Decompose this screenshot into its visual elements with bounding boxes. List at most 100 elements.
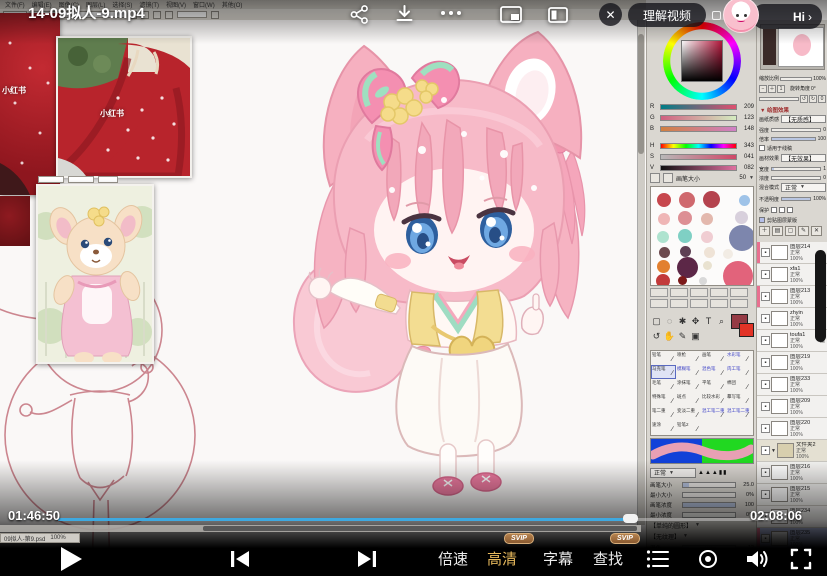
swatch[interactable] xyxy=(657,231,669,243)
folder-arrow-icon[interactable]: ▼ xyxy=(771,448,776,454)
layer-list-scrollbar-thumb[interactable] xyxy=(815,250,826,342)
protect-opacity-checkbox[interactable] xyxy=(771,207,777,213)
saturation-value-square[interactable] xyxy=(681,40,723,82)
protect-pixels-checkbox[interactable] xyxy=(779,207,785,213)
palette-tab[interactable] xyxy=(710,299,728,308)
layer-visibility-toggle[interactable]: ▪ xyxy=(761,358,770,367)
toolbar-button[interactable] xyxy=(211,11,219,19)
brush-item[interactable]: 马克笔∕ xyxy=(651,365,676,379)
toolbar-button[interactable] xyxy=(153,11,161,19)
rotate-cw-button[interactable]: ↻ xyxy=(809,95,817,103)
swatch[interactable] xyxy=(678,276,687,285)
brush-item[interactable]: 毛笔∕ xyxy=(651,379,676,393)
layer-toolbar-button[interactable]: ＋ xyxy=(759,226,770,236)
brush-item[interactable]: 喷枪∕ xyxy=(676,351,701,365)
select-rect-tool-icon[interactable]: ▢ xyxy=(650,314,663,329)
fullscreen-icon[interactable] xyxy=(790,548,812,570)
move-tool-icon[interactable]: ✥ xyxy=(689,314,702,329)
layer-row[interactable]: ▪图层219正常100% xyxy=(757,352,827,374)
layer-row[interactable]: ▪图层215正常100% xyxy=(757,484,827,506)
angle-reset-button[interactable]: 0 xyxy=(818,95,826,103)
brush-tip-preview[interactable] xyxy=(663,173,673,183)
palette-tab[interactable] xyxy=(670,299,688,308)
layer-row[interactable]: ▪图层233正常100% xyxy=(757,374,827,396)
brush-item[interactable]: 涂抹笔∕ xyxy=(676,379,701,393)
swatch[interactable] xyxy=(658,213,670,225)
brush-item[interactable]: 模糊笔∕ xyxy=(676,365,701,379)
palette-tab[interactable] xyxy=(730,288,748,297)
swatch[interactable] xyxy=(701,213,713,225)
seek-knob[interactable] xyxy=(623,514,638,523)
brush-item[interactable]: 变淡二重∕ xyxy=(676,407,701,421)
swatch[interactable] xyxy=(657,260,670,273)
brush-item[interactable]: 混工笔二重∕ xyxy=(701,407,726,421)
swatch[interactable] xyxy=(656,274,670,286)
prop-slider[interactable] xyxy=(771,128,821,132)
swatch[interactable] xyxy=(739,195,750,206)
brush-item[interactable]: 混工笔二重∕ xyxy=(726,407,751,421)
brush-item[interactable]: 特殊笔∕ xyxy=(651,393,676,407)
next-icon[interactable] xyxy=(355,549,379,569)
layer-visibility-toggle[interactable]: ▪ xyxy=(761,402,770,411)
swatch[interactable] xyxy=(699,277,707,285)
brush-item[interactable]: 画笔∕ xyxy=(701,351,726,365)
menu-item[interactable]: 视图(V) xyxy=(166,0,186,9)
hi-account-button[interactable]: Hi › xyxy=(752,4,822,29)
rotate-ccw-button[interactable]: ↺ xyxy=(800,95,808,103)
layer-row[interactable]: ▪▼文件夹2正常100% xyxy=(757,440,827,462)
playlist-icon[interactable] xyxy=(646,548,670,570)
angle-slider[interactable] xyxy=(759,97,799,101)
chevron-down-icon[interactable]: ▼ xyxy=(749,175,754,181)
swatch[interactable] xyxy=(701,231,713,243)
swatch[interactable] xyxy=(703,261,712,270)
layer-toolbar-button[interactable]: ▢ xyxy=(785,226,796,236)
swatch[interactable] xyxy=(657,193,671,207)
more-icon[interactable] xyxy=(440,9,462,17)
download-icon[interactable] xyxy=(395,4,414,23)
blend-mode-select[interactable]: 正常▼ xyxy=(781,183,826,192)
layer-visibility-toggle[interactable]: ▪ xyxy=(761,270,770,279)
brush-mode-select[interactable]: 正常▼ xyxy=(650,468,696,478)
layer-visibility-toggle[interactable]: ▪ xyxy=(761,380,770,389)
hand-tool-icon[interactable]: ✋ xyxy=(663,329,676,344)
swatch[interactable] xyxy=(679,192,695,208)
swatch[interactable] xyxy=(678,211,692,225)
brush-item[interactable]: 棉团∕ xyxy=(726,379,751,393)
brush-item[interactable]: 平笔∕ xyxy=(701,379,726,393)
menu-item[interactable]: 文件(F) xyxy=(5,0,25,9)
brush-item[interactable]: 肉工笔∕ xyxy=(726,365,751,379)
toolbar-control[interactable] xyxy=(177,11,207,18)
palette-tab[interactable] xyxy=(650,288,668,297)
apply-lineart-checkbox-row[interactable]: 适用于线稿 xyxy=(759,144,826,152)
volume-icon[interactable] xyxy=(745,548,771,570)
layer-visibility-toggle[interactable]: ▪ xyxy=(761,248,770,257)
brush-item[interactable] xyxy=(726,421,751,435)
canvas-scrollbar-thumb[interactable] xyxy=(638,34,644,154)
brush-item[interactable]: 斑点∕ xyxy=(676,393,701,407)
slider-track-v[interactable] xyxy=(660,165,737,171)
brush-item[interactable]: 比较水彩∕ xyxy=(701,393,726,407)
zoom-tool-icon[interactable]: ⌕ xyxy=(715,314,728,329)
brush-item[interactable]: 铅笔∕ xyxy=(651,351,676,365)
swatch[interactable] xyxy=(659,247,670,258)
previous-icon[interactable] xyxy=(228,549,252,569)
layer-visibility-toggle[interactable]: ▪ xyxy=(761,468,770,477)
slider-track-s[interactable] xyxy=(660,154,737,160)
prop-slider[interactable] xyxy=(771,176,821,180)
prop-slider[interactable] xyxy=(771,137,816,141)
swatch[interactable] xyxy=(677,257,698,278)
layer-row[interactable]: ▪图层209正常100% xyxy=(757,396,827,418)
brush-item[interactable] xyxy=(701,421,726,435)
swatch[interactable] xyxy=(723,261,753,286)
swatch[interactable] xyxy=(680,246,691,257)
brush-tip-preview[interactable] xyxy=(650,173,660,183)
find-button[interactable]: 查找 xyxy=(593,548,623,569)
brush-item[interactable]: 速涂∕ xyxy=(651,421,676,435)
quality-button[interactable]: 高清 xyxy=(487,548,517,569)
brush-item[interactable]: 笔二重∕ xyxy=(651,407,676,421)
toolbar-button[interactable] xyxy=(165,11,173,19)
layer-visibility-toggle[interactable]: ▪ xyxy=(761,314,770,323)
swatch[interactable] xyxy=(729,225,754,251)
pen-tool-icon[interactable]: ✎ xyxy=(676,329,689,344)
palette-tab[interactable] xyxy=(650,299,668,308)
